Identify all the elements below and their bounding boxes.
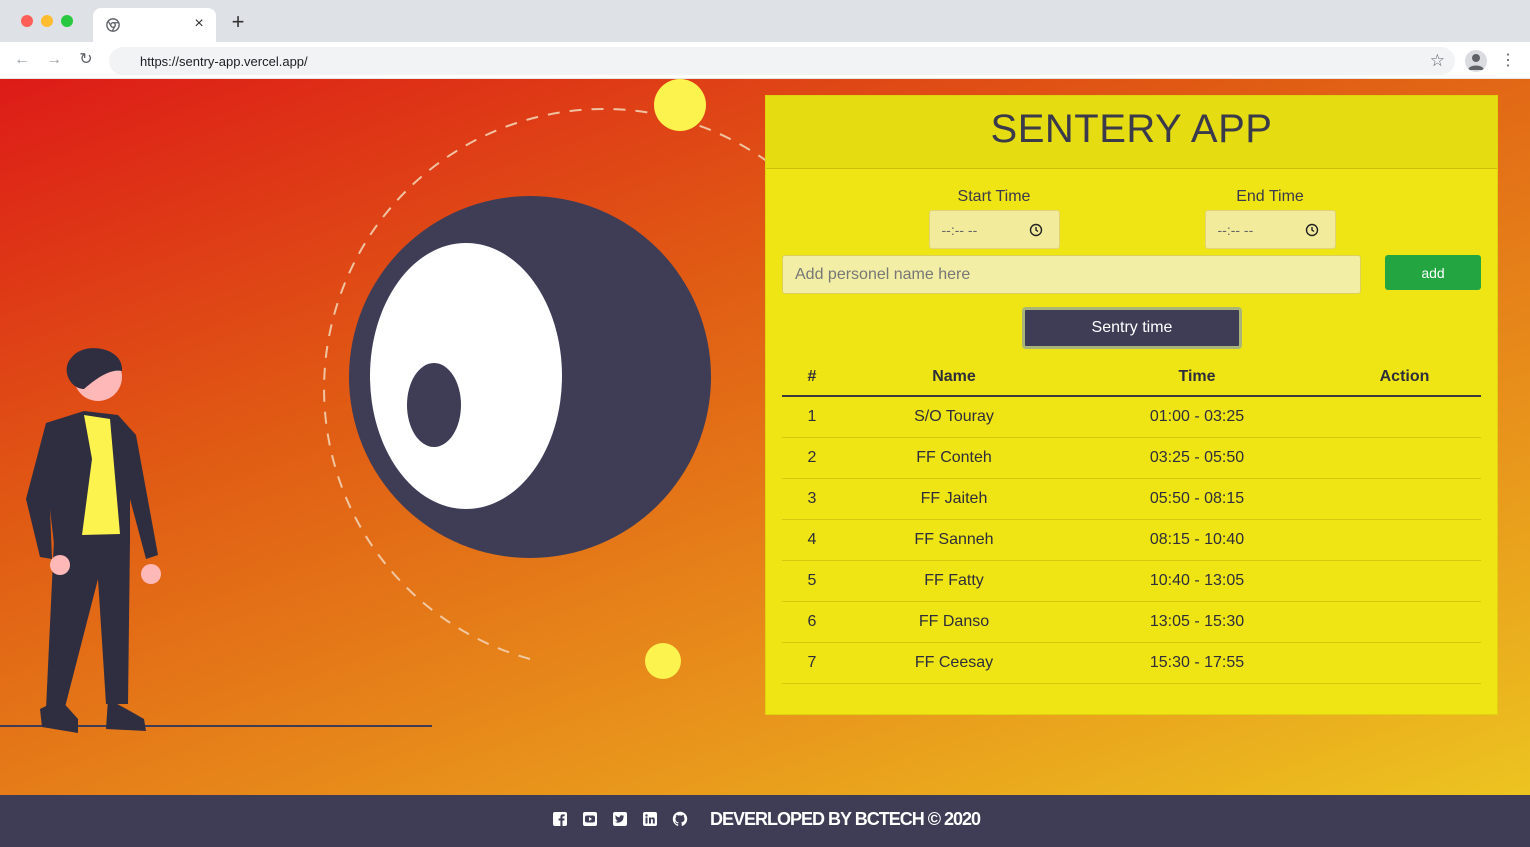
row-time: 08:15 - 10:40 xyxy=(1066,519,1328,561)
row-number: 2 xyxy=(782,437,842,479)
start-time-label: Start Time xyxy=(957,188,1031,205)
row-name: FF Fatty xyxy=(842,560,1066,602)
header-number: # xyxy=(782,358,842,397)
table-row: 3 FF Jaiteh 05:50 - 08:15 xyxy=(782,478,1481,520)
youtube-icon[interactable] xyxy=(582,811,598,827)
row-number: 3 xyxy=(782,478,842,520)
start-time-value: --:-- -- xyxy=(941,222,978,238)
sun-top xyxy=(654,79,706,131)
new-tab-button[interactable]: + xyxy=(228,11,248,33)
row-time: 01:00 - 03:25 xyxy=(1066,396,1328,438)
row-action xyxy=(1328,560,1481,602)
profile-avatar-icon[interactable] xyxy=(1465,50,1487,72)
row-name: FF Sanneh xyxy=(842,519,1066,561)
panel-header: SENTERY APP xyxy=(766,96,1497,169)
linkedin-icon[interactable] xyxy=(642,811,658,827)
row-time: 13:05 - 15:30 xyxy=(1066,601,1328,643)
reload-icon[interactable]: ↻ xyxy=(76,50,96,70)
forward-arrow-icon[interactable]: → xyxy=(44,50,64,70)
row-action xyxy=(1328,437,1481,479)
minimize-window-button[interactable] xyxy=(41,15,53,27)
person-figure xyxy=(26,348,161,733)
row-action xyxy=(1328,478,1481,520)
browser-tab[interactable]: × xyxy=(93,8,216,42)
end-time-group: End Time --:-- -- xyxy=(1200,188,1340,249)
clock-icon[interactable] xyxy=(1305,223,1319,237)
header-time: Time xyxy=(1066,358,1328,397)
sun-bottom xyxy=(645,643,681,679)
header-action: Action xyxy=(1328,358,1481,397)
close-window-button[interactable] xyxy=(21,15,33,27)
page-background: SENTERY APP Start Time --:-- -- End Time… xyxy=(0,79,1530,795)
row-number: 1 xyxy=(782,396,842,438)
row-number: 4 xyxy=(782,519,842,561)
end-time-value: --:-- -- xyxy=(1217,222,1254,238)
header-name: Name xyxy=(842,358,1066,397)
start-time-group: Start Time --:-- -- xyxy=(924,188,1064,249)
row-number: 7 xyxy=(782,642,842,684)
facebook-icon[interactable] xyxy=(552,811,568,827)
table-row: 1 S/O Touray 01:00 - 03:25 xyxy=(782,396,1481,438)
row-number: 5 xyxy=(782,560,842,602)
address-bar[interactable]: https://sentry-app.vercel.app/ ☆ xyxy=(109,47,1455,75)
row-time: 03:25 - 05:50 xyxy=(1066,437,1328,479)
browser-tab-bar: × + xyxy=(0,0,1530,42)
row-action xyxy=(1328,519,1481,561)
back-arrow-icon[interactable]: ← xyxy=(12,50,32,70)
maximize-window-button[interactable] xyxy=(61,15,73,27)
table-row: 4 FF Sanneh 08:15 - 10:40 xyxy=(782,519,1481,561)
row-time: 05:50 - 08:15 xyxy=(1066,478,1328,520)
browser-toolbar: ← → ↻ https://sentry-app.vercel.app/ ☆ ⋮ xyxy=(0,42,1530,79)
github-icon[interactable] xyxy=(672,811,688,827)
row-name: S/O Touray xyxy=(842,396,1066,438)
row-action xyxy=(1328,601,1481,643)
table-row: 5 FF Fatty 10:40 - 13:05 xyxy=(782,560,1481,602)
chrome-icon xyxy=(106,18,120,32)
footer-credit: DEVERLOPED BY BCTECH © 2020 xyxy=(710,808,981,829)
table-row: 6 FF Danso 13:05 - 15:30 xyxy=(782,601,1481,643)
browser-menu-icon[interactable]: ⋮ xyxy=(1500,51,1516,71)
bookmark-star-icon[interactable]: ☆ xyxy=(1430,51,1445,71)
footer-content: DEVERLOPED BY BCTECH © 2020 xyxy=(552,807,981,831)
close-tab-icon[interactable]: × xyxy=(190,15,208,33)
row-number: 6 xyxy=(782,601,842,643)
row-name: FF Danso xyxy=(842,601,1066,643)
table-row: 2 FF Conteh 03:25 - 05:50 xyxy=(782,437,1481,479)
clock-icon[interactable] xyxy=(1029,223,1043,237)
app-title: SENTERY APP xyxy=(990,107,1273,151)
personnel-name-input[interactable] xyxy=(782,255,1361,294)
eye-graphic xyxy=(349,196,711,558)
row-action xyxy=(1328,396,1481,438)
row-action xyxy=(1328,642,1481,684)
page-footer: DEVERLOPED BY BCTECH © 2020 xyxy=(0,795,1530,847)
row-name: FF Ceesay xyxy=(842,642,1066,684)
twitter-icon[interactable] xyxy=(612,811,628,827)
table-header-row: # Name Time Action xyxy=(782,358,1481,397)
row-time: 10:40 - 13:05 xyxy=(1066,560,1328,602)
sentry-roster-table: # Name Time Action 1 S/O Touray 01:00 - … xyxy=(782,358,1481,684)
row-name: FF Conteh xyxy=(842,437,1066,479)
row-name: FF Jaiteh xyxy=(842,478,1066,520)
sentry-panel: SENTERY APP Start Time --:-- -- End Time… xyxy=(765,95,1498,715)
url-text[interactable]: https://sentry-app.vercel.app/ xyxy=(140,54,308,69)
hero-illustration xyxy=(0,79,800,733)
sentry-time-button[interactable]: Sentry time xyxy=(1022,307,1242,349)
start-time-input[interactable]: --:-- -- xyxy=(928,210,1060,249)
end-time-label: End Time xyxy=(1236,188,1304,205)
add-button[interactable]: add xyxy=(1385,255,1481,290)
end-time-input[interactable]: --:-- -- xyxy=(1204,210,1336,249)
row-time: 15:30 - 17:55 xyxy=(1066,642,1328,684)
table-row: 7 FF Ceesay 15:30 - 17:55 xyxy=(782,642,1481,684)
